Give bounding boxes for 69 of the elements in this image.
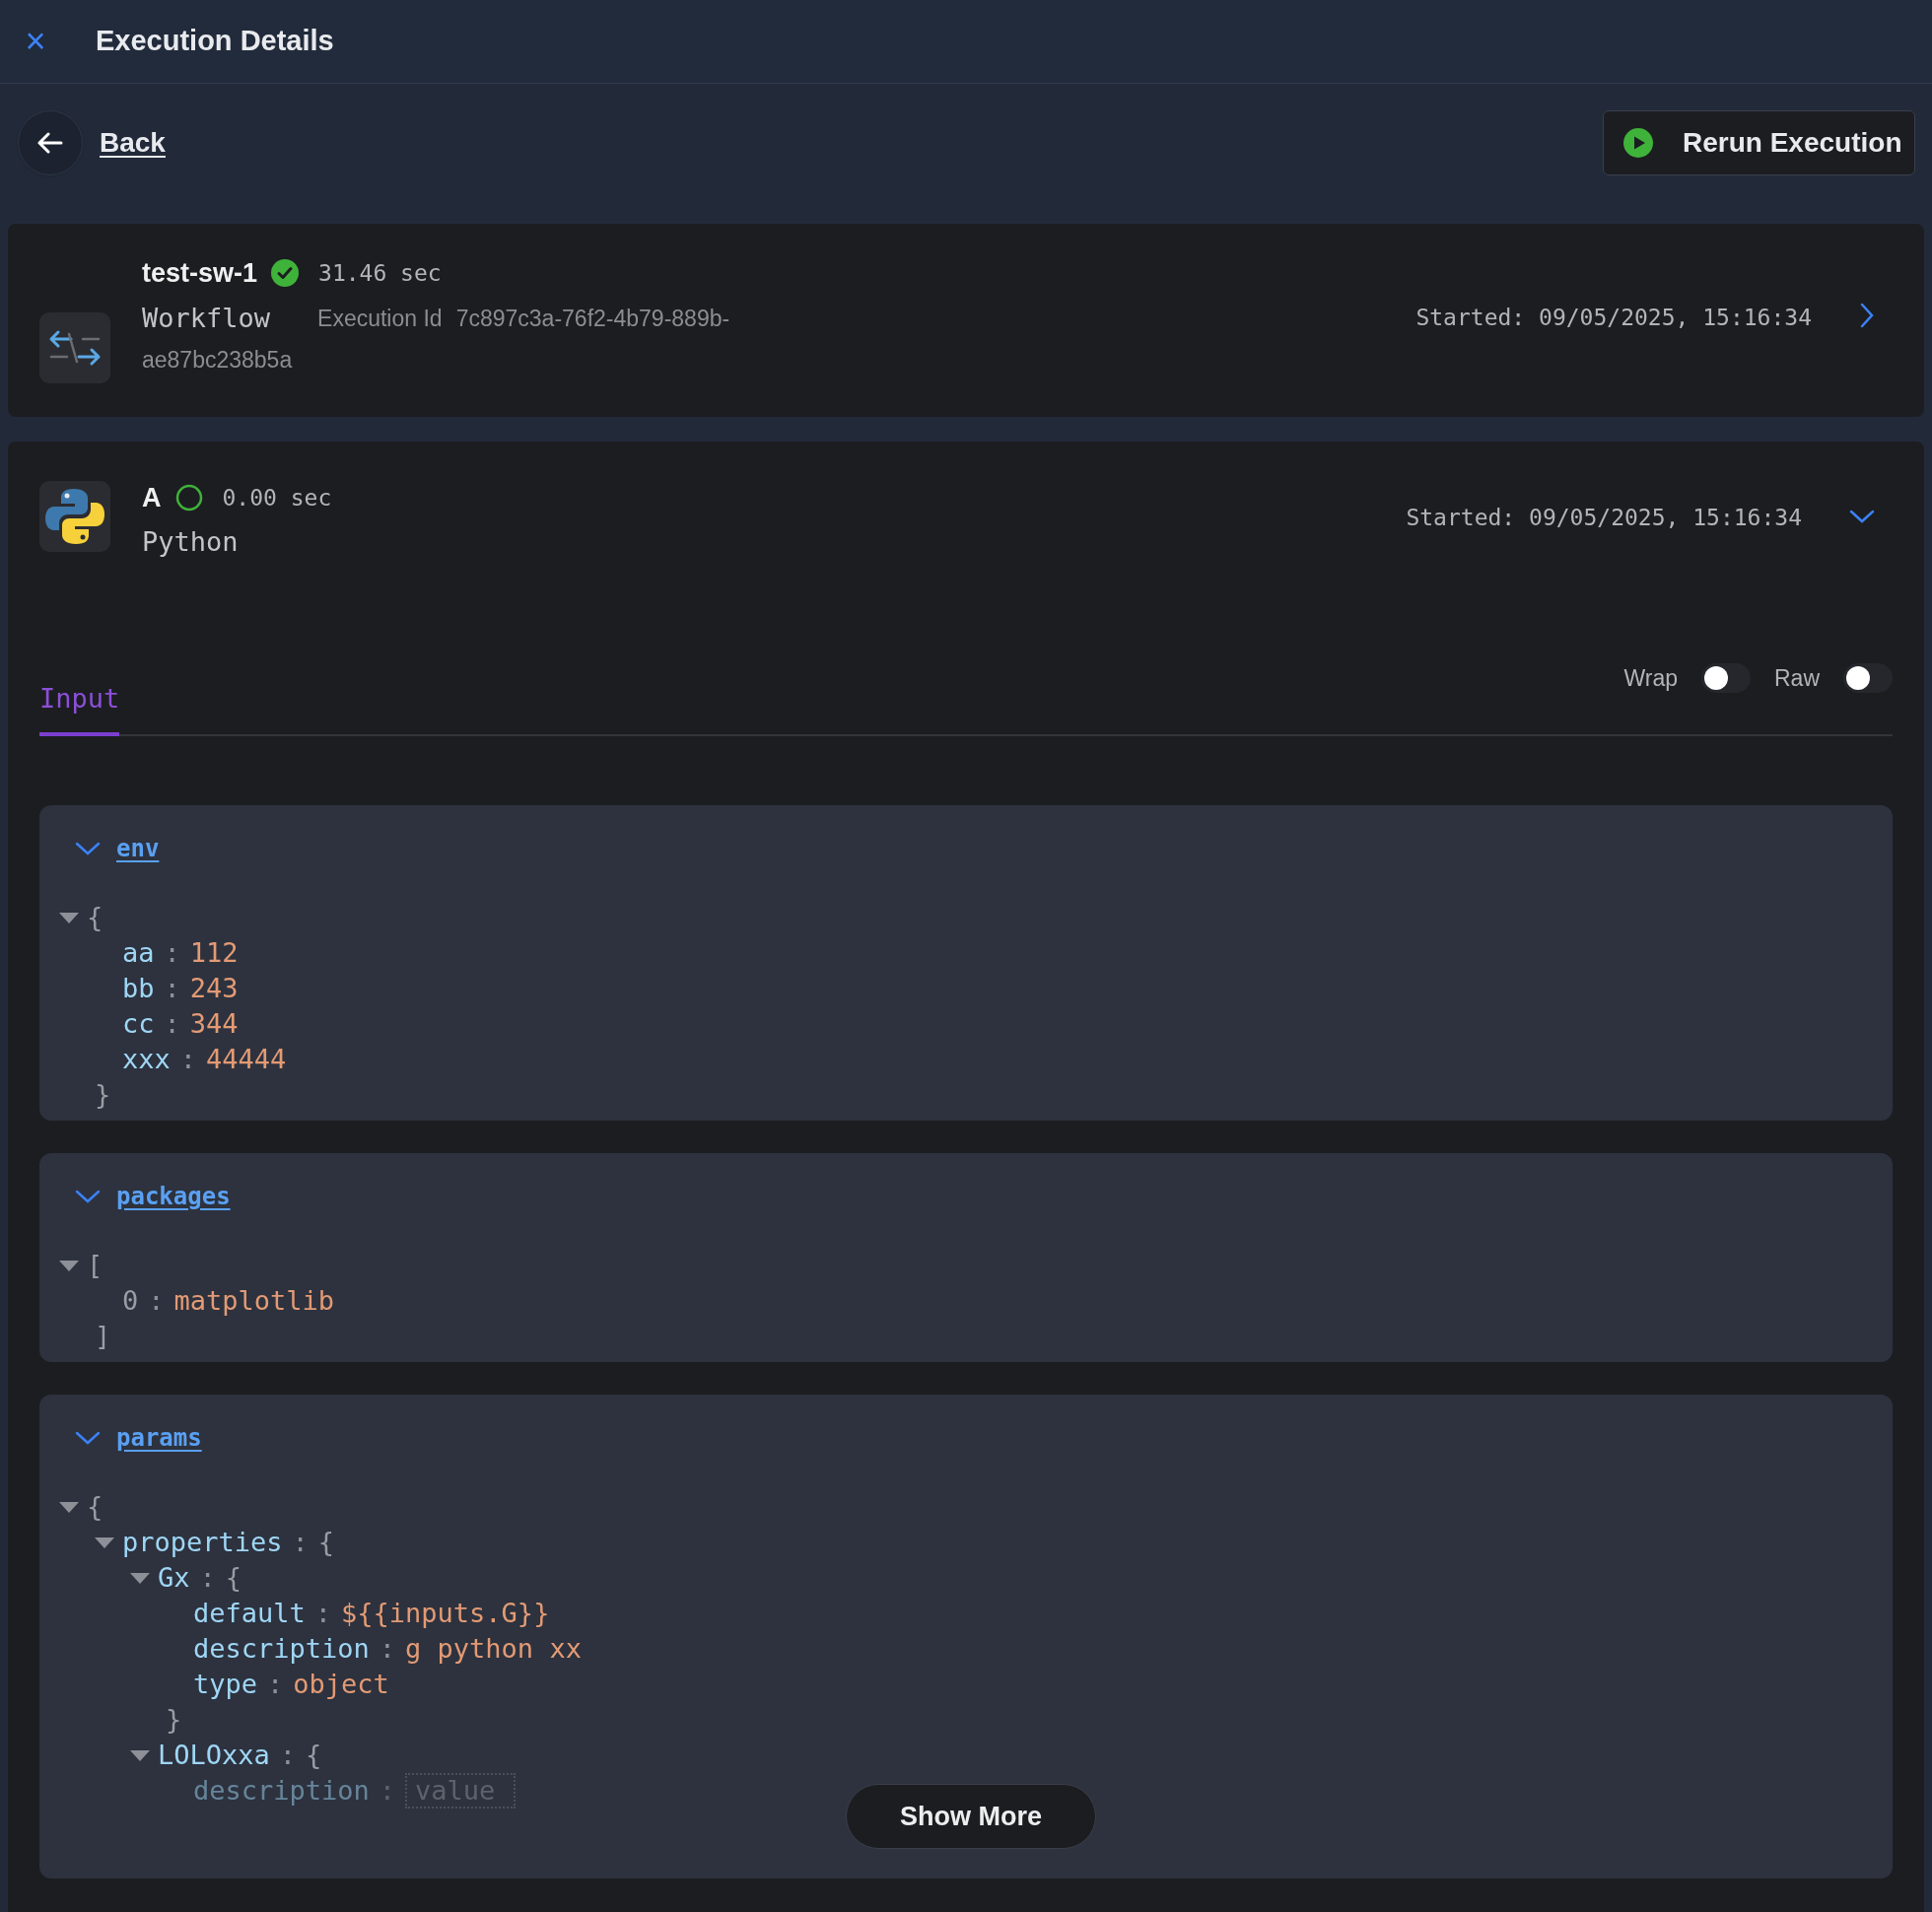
execution-id-value: 7c897c3a-76f2-4b79-889b- <box>455 304 730 333</box>
colon-text: : <box>179 1042 197 1076</box>
json-value: object <box>293 1667 389 1701</box>
open-bracket: { <box>306 1738 322 1772</box>
tab[interactable]: Input <box>39 678 120 736</box>
colon-text: : <box>267 1667 284 1701</box>
node-type-text: Workflow <box>142 301 271 335</box>
play-icon <box>1623 128 1653 158</box>
started-time: Started: 09/05/2025, 15:16:34 <box>1415 304 1812 332</box>
step-name: A <box>142 481 162 514</box>
chevron-down-icon[interactable] <box>75 841 101 856</box>
close-button[interactable]: × <box>24 24 47 59</box>
open-bracket: { <box>87 1489 104 1524</box>
section-title-link[interactable]: packages <box>116 1179 231 1214</box>
chevron-down-icon[interactable] <box>1849 509 1875 524</box>
toggle-switch[interactable] <box>1701 662 1751 693</box>
toggle-label: Wrap <box>1623 663 1678 693</box>
section-title-link[interactable]: env <box>116 831 160 866</box>
open-bracket: [ <box>87 1248 104 1282</box>
workflow-icon <box>39 312 110 383</box>
execution-id-value: ae87bc238b5a <box>142 346 293 375</box>
back-arrow-icon <box>37 132 63 154</box>
show-more-button[interactable]: Show More <box>846 1784 1096 1849</box>
colon-text: : <box>164 1006 180 1041</box>
colon-text: : <box>379 1631 396 1666</box>
open-bracket: { <box>317 1525 335 1559</box>
python-logo-icon <box>39 481 110 552</box>
colon-text: : <box>148 1283 165 1318</box>
collapse-triangle-icon[interactable] <box>58 1500 80 1514</box>
open-bracket: { <box>87 900 104 934</box>
chevron-down-icon[interactable] <box>75 1189 101 1204</box>
rerun-execution-button[interactable]: Rerun Execution <box>1603 110 1915 175</box>
execution-id-label: Execution Id <box>317 304 443 333</box>
colon-text: : <box>164 935 180 970</box>
json-value: 243 <box>189 971 239 1005</box>
duration-text: 0.00 sec <box>222 483 332 512</box>
colon-text: : <box>279 1738 297 1772</box>
chevron-right-icon[interactable] <box>1859 303 1875 328</box>
workflow-name: test-sw-1 <box>142 256 258 290</box>
colon-text: : <box>292 1525 309 1559</box>
toggle-label: Raw <box>1774 663 1820 693</box>
json-key: 0 <box>122 1280 139 1322</box>
open-bracket: { <box>225 1560 242 1595</box>
collapse-triangle-icon[interactable] <box>94 1536 115 1549</box>
json-value: 112 <box>189 935 239 970</box>
json-value: g python xx <box>405 1631 582 1666</box>
close-bracket: } <box>95 1077 111 1112</box>
back-link[interactable]: Back <box>100 122 166 164</box>
json-value: 44444 <box>206 1042 287 1076</box>
chevron-down-icon[interactable] <box>75 1430 101 1446</box>
json-value: 344 <box>189 1006 239 1041</box>
toggle-switch[interactable] <box>1843 662 1893 693</box>
colon-text: : <box>314 1596 332 1630</box>
close-bracket: } <box>166 1702 182 1737</box>
collapse-triangle-icon[interactable] <box>58 1259 80 1272</box>
json-value: matplotlib <box>173 1283 335 1318</box>
colon-text: : <box>379 1773 396 1808</box>
json-value: ${{inputs.G}} <box>341 1596 550 1630</box>
collapse-triangle-icon[interactable] <box>129 1571 151 1585</box>
colon-text: : <box>164 971 180 1005</box>
duration-text: 31.46 sec <box>318 258 442 288</box>
started-time: Started: 09/05/2025, 15:16:34 <box>1406 504 1802 532</box>
colon-text: : <box>199 1560 216 1595</box>
collapse-triangle-icon[interactable] <box>58 911 80 924</box>
window-title: Execution Details <box>96 24 334 59</box>
close-bracket: ] <box>95 1319 111 1353</box>
node-type-text: Python <box>142 525 240 559</box>
section-title-link[interactable]: params <box>116 1420 202 1456</box>
collapse-triangle-icon[interactable] <box>129 1748 151 1762</box>
